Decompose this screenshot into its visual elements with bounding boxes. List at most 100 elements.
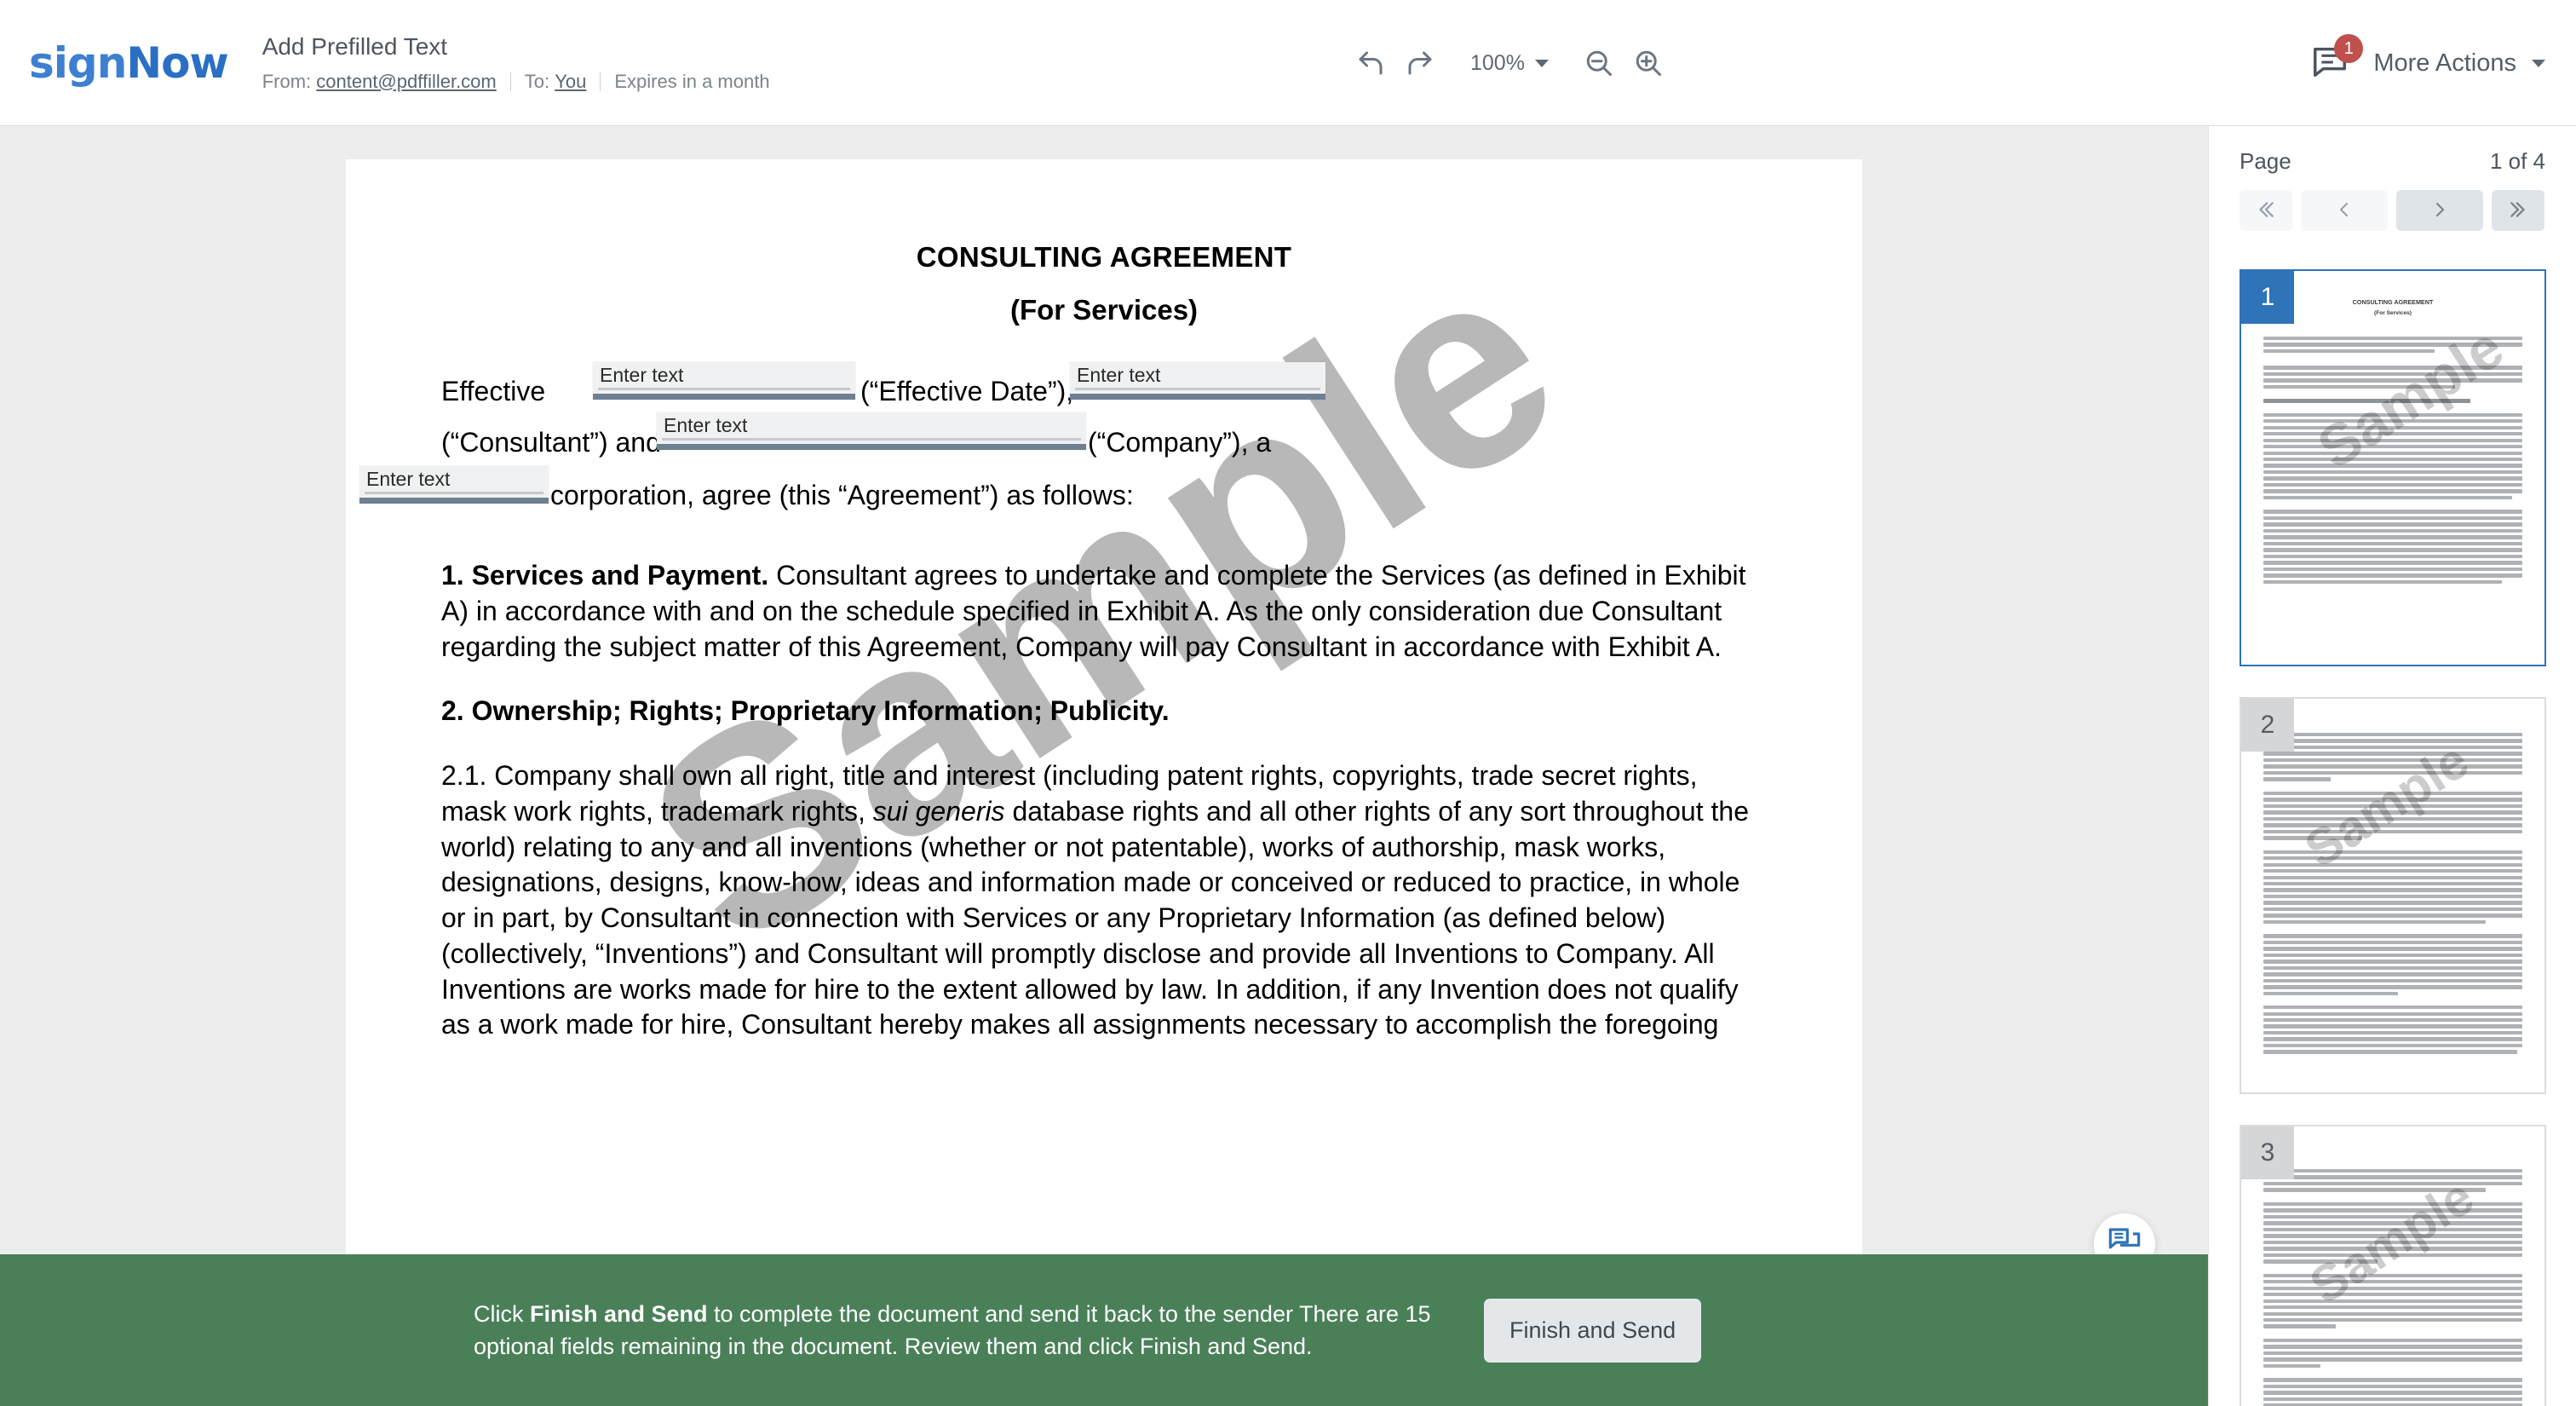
- section-2: 2. Ownership; Rights; Proprietary Inform…: [441, 694, 1767, 729]
- thumbnail-lines: [2263, 850, 2522, 925]
- prefilled-field-3[interactable]: Enter text: [657, 412, 1086, 450]
- signnow-logo[interactable]: signNow: [29, 37, 229, 88]
- app-header: signNow Add Prefilled Text From: content…: [0, 0, 2576, 126]
- logo-text-sign: sign: [29, 37, 127, 88]
- thumbnail-lines: [2263, 1273, 2522, 1328]
- next-page-button[interactable]: [2396, 190, 2483, 231]
- redo-icon: [1405, 48, 1435, 78]
- thumbnail-number: 3: [2241, 1127, 2294, 1179]
- thumbnail-lines: [2263, 412, 2522, 500]
- intro-text-consultant: (“Consultant”) and: [441, 427, 661, 458]
- thumbnail-lines: [2263, 366, 2522, 389]
- thumbnail-preview: Sample: [2241, 699, 2544, 1092]
- document-page: Sample CONSULTING AGREEMENT (For Service…: [346, 159, 1862, 1395]
- logo-text-now: Now: [126, 37, 228, 88]
- thumbnail-lines: [2263, 733, 2522, 781]
- meta-divider-1: [509, 72, 511, 91]
- section-1-heading: 1. Services and Payment.: [441, 560, 769, 591]
- intro-line-2: (“Consultant”) and Enter text (“Company”…: [441, 412, 1767, 473]
- thumbnail-list: 1 Sample CONSULTING AGREEMENT (For Servi…: [2209, 269, 2576, 1406]
- thumbnail-subtitle: (For Services): [2374, 310, 2412, 316]
- chat-icon: [2310, 47, 2349, 85]
- thumbnail-lines: [2263, 337, 2522, 354]
- clause-2-1: 2.1. Company shall own all right, title …: [441, 758, 1767, 1043]
- last-page-button[interactable]: [2492, 190, 2544, 231]
- thumbnail-lines: [2263, 1006, 2522, 1054]
- document-meta: Add Prefilled Text From: content@pdffill…: [262, 33, 770, 93]
- field-placeholder: Enter text: [600, 364, 684, 386]
- document-content: CONSULTING AGREEMENT (For Services) Effe…: [346, 159, 1862, 1395]
- thumbnail-lines: [2263, 1338, 2522, 1369]
- intro-text-company: (“Company”), a: [1088, 427, 1272, 458]
- recipient-link[interactable]: You: [555, 71, 586, 93]
- double-chevron-right-icon: [2507, 199, 2529, 223]
- page-counter: 1 of 4: [2489, 148, 2545, 174]
- page-nav-buttons: [2209, 175, 2576, 231]
- finish-banner-text: Click Finish and Send to complete the do…: [474, 1298, 1445, 1363]
- field-underline: [365, 492, 543, 494]
- thumbnail-number: 1: [2241, 271, 2294, 324]
- meta-divider-2: [600, 72, 601, 91]
- chevron-down-icon: [1534, 59, 1549, 67]
- page-label: Page: [2240, 148, 2291, 174]
- chevron-down-icon: [2532, 59, 2545, 67]
- undo-icon: [1355, 48, 1386, 78]
- field-underline: [662, 438, 1081, 441]
- field-placeholder: Enter text: [1077, 364, 1161, 386]
- chevron-left-icon: [2334, 199, 2355, 222]
- thumbnail-page-1[interactable]: 1 Sample CONSULTING AGREEMENT (For Servi…: [2240, 269, 2546, 666]
- intro-text-corporation: corporation, agree (this “Agreement”) as…: [550, 480, 1134, 510]
- redo-button[interactable]: [1395, 38, 1445, 88]
- thumbnail-title: CONSULTING AGREEMENT: [2352, 298, 2434, 306]
- banner-text-pre: Click: [474, 1300, 530, 1327]
- thumbnail-lines: [2263, 1201, 2522, 1264]
- page-thumbnails-sidebar: Page 1 of 4 1 Sample CONSULTING AGREEMEN…: [2208, 126, 2576, 1406]
- comments-button[interactable]: 1: [2310, 34, 2364, 85]
- clause-2-1-italic: sui generis: [872, 795, 1005, 827]
- field-underline: [1075, 388, 1320, 390]
- prefilled-field-4[interactable]: Enter text: [359, 466, 549, 504]
- zoom-out-button[interactable]: [1574, 38, 1624, 88]
- thumbnail-page-2[interactable]: 2 Sample: [2240, 697, 2546, 1094]
- thumbnail-lines: [2263, 791, 2522, 840]
- field-underline: [598, 388, 850, 390]
- prefilled-field-2[interactable]: Enter text: [1070, 362, 1325, 400]
- intro-text-effective: Effective: [441, 376, 546, 406]
- header-actions: 1 More Actions: [2310, 0, 2545, 126]
- zoom-in-icon: [1633, 48, 1664, 78]
- section-1: 1. Services and Payment. Consultant agre…: [441, 558, 1767, 665]
- contract-subtitle: (For Services): [1009, 294, 1199, 326]
- thumbnail-page-3[interactable]: 3 Sample: [2240, 1125, 2546, 1406]
- document-subinfo: From: content@pdffiller.com To: You Expi…: [262, 71, 770, 93]
- intro-line-1: Effective Enter text (“Effective Date”),…: [441, 362, 1767, 420]
- undo-button[interactable]: [1346, 38, 1395, 88]
- prev-page-button[interactable]: [2301, 190, 2388, 231]
- thumbnail-lines: [2263, 934, 2522, 996]
- contract-paragraphs: Effective Enter text (“Effective Date”),…: [346, 362, 1862, 1043]
- field-placeholder: Enter text: [664, 414, 748, 436]
- to-label: To:: [524, 70, 550, 92]
- chevron-right-icon: [2429, 199, 2450, 222]
- banner-text-bold: Finish and Send: [530, 1300, 708, 1327]
- expiry-text: Expires in a month: [614, 70, 770, 92]
- more-actions-menu[interactable]: More Actions: [2373, 49, 2545, 78]
- thumbnail-lines: [2263, 1169, 2522, 1192]
- thumbnail-preview: Sample CONSULTING AGREEMENT (For Service…: [2241, 271, 2544, 665]
- zoom-out-icon: [1584, 48, 1614, 78]
- first-page-button[interactable]: [2240, 190, 2292, 231]
- clause-2-1-post: database rights and all other rights of …: [441, 795, 1749, 1040]
- thumbnail-lines: [2263, 1378, 2522, 1406]
- finish-and-send-button[interactable]: Finish and Send: [1484, 1298, 1702, 1363]
- more-actions-label: More Actions: [2373, 49, 2516, 77]
- intro-line-3: Enter text corporation, agree (this “Agr…: [359, 466, 1767, 526]
- thumbnail-number: 2: [2241, 699, 2294, 752]
- sender-email-link[interactable]: content@pdffiller.com: [316, 71, 496, 93]
- from-label: From:: [262, 70, 312, 92]
- thumbnail-lines: [2263, 510, 2522, 584]
- zoom-in-button[interactable]: [1624, 38, 1673, 88]
- zoom-level-selector[interactable]: 100%: [1470, 51, 1549, 76]
- zoom-level-value: 100%: [1470, 50, 1525, 75]
- comments-badge: 1: [2334, 34, 2364, 63]
- prefilled-field-1[interactable]: Enter text: [593, 362, 855, 400]
- editor-toolbar: 100%: [1346, 0, 1673, 126]
